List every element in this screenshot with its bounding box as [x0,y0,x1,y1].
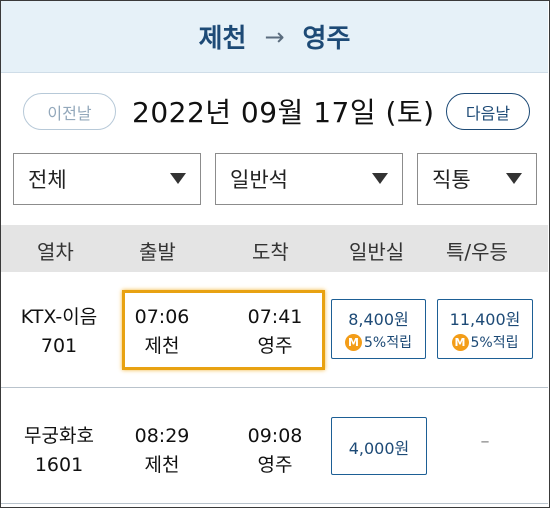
departure-station: 제천 [144,454,180,476]
table-header: 열차 출발 도착 일반실 특/우등 [1,225,548,272]
train-name: 무궁화호 [24,425,94,447]
arrival-station: 영주 [257,335,293,357]
table-row: 무궁화호 1601 08:29 제천 09:08 영주 4,000원 – [1,388,548,504]
route-header: 제천 → 영주 [1,1,548,73]
train-number: 1601 [34,454,84,476]
column-departure: 출발 [139,240,176,264]
arrival-station: 영주 [257,454,293,476]
mileage-icon: M [451,333,469,351]
route-type-value: 직통 [432,168,471,192]
mileage-icon: M [345,333,362,351]
standard-fare-button[interactable]: 4,000원 [331,417,427,475]
standard-fare-button[interactable]: 8,400원 M 5%적립 [331,299,426,359]
selected-date: 2022년 09월 17일 (토) [132,96,435,129]
arrival-info: 09:08 영주 [227,422,323,480]
arrival-time: 07:41 [247,306,303,328]
dropdown-caret-icon [506,173,522,184]
mileage-text: 5%적립 [470,335,519,351]
column-train: 열차 [37,240,74,264]
arrival-info: 07:41 영주 [227,303,323,361]
mileage-info: M 5%적립 [438,332,532,352]
mileage-info: M 5%적립 [332,332,425,352]
train-type-select[interactable]: 전체 [13,153,201,205]
departure-info: 07:06 제천 [114,303,210,361]
departure-station-title: 제천 [198,24,247,54]
mileage-text: 5%적립 [364,335,412,351]
previous-day-button[interactable]: 이전날 [23,93,116,130]
dropdown-caret-icon [372,173,388,184]
date-navigation: 이전날 2022년 09월 17일 (토) 다음날 [1,73,548,147]
arrow-right-icon: → [264,22,285,51]
departure-info: 08:29 제천 [114,422,210,480]
route-type-select[interactable]: 직통 [417,153,537,205]
column-arrival: 도착 [252,240,289,264]
train-type-value: 전체 [28,168,67,192]
app-frame: 제천 → 영주 이전날 2022년 09월 17일 (토) 다음날 전체 일반석… [0,0,550,508]
seat-class-select[interactable]: 일반석 [215,153,403,205]
special-fare-price: 11,400원 [449,310,521,329]
train-name: KTX-이음 [20,306,98,328]
column-special: 특/우등 [446,240,508,264]
train-info: KTX-이음 701 [1,303,117,361]
departure-time: 08:29 [134,425,190,447]
next-day-button[interactable]: 다음날 [446,93,530,130]
arrival-station-title: 영주 [302,24,351,54]
standard-fare-price: 4,000원 [348,439,410,458]
seat-class-value: 일반석 [230,168,288,192]
table-row: KTX-이음 701 07:06 제천 07:41 영주 8,400원 M 5%… [1,272,548,388]
standard-fare-price: 8,400원 [348,310,409,329]
special-fare-unavailable: – [480,431,490,452]
train-number: 701 [40,335,78,357]
train-info: 무궁화호 1601 [1,422,117,480]
column-standard: 일반실 [349,240,405,264]
dropdown-caret-icon [170,173,186,184]
departure-station: 제천 [144,335,180,357]
arrival-time: 09:08 [247,425,303,447]
departure-time: 07:06 [134,306,190,328]
special-fare-button[interactable]: 11,400원 M 5%적립 [437,299,533,359]
